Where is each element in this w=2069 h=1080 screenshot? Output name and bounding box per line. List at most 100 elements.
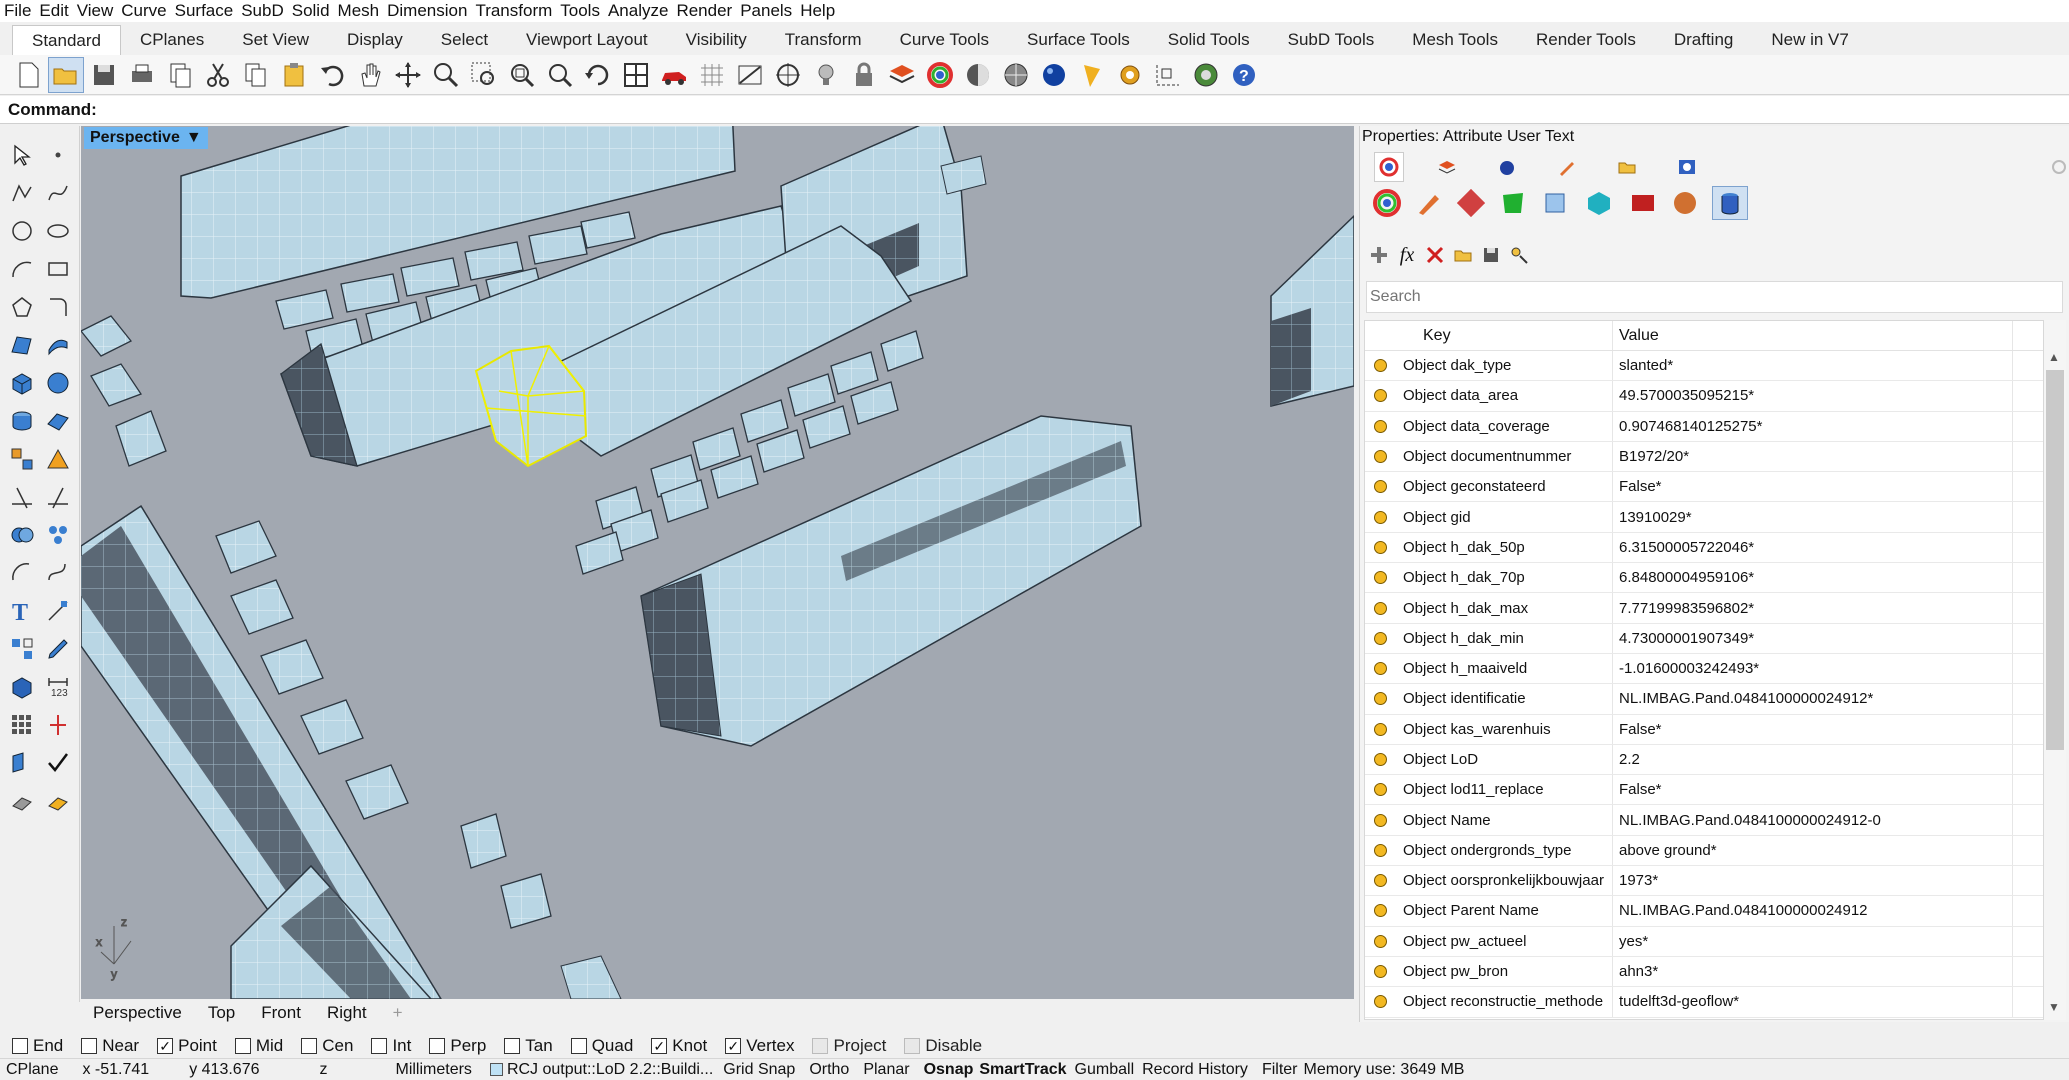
circle-icon[interactable] xyxy=(6,215,38,247)
paste-icon[interactable] xyxy=(276,57,312,93)
osnap-cen[interactable]: Cen xyxy=(301,1036,353,1056)
table-row[interactable]: Object geconstateerd False* xyxy=(1365,472,2043,503)
gumball-toggle[interactable]: Gumball xyxy=(1075,1061,1135,1079)
osnap-project[interactable]: Project xyxy=(812,1036,886,1056)
add-viewport-icon[interactable]: + xyxy=(393,1003,403,1023)
menu-help[interactable]: Help xyxy=(800,1,835,21)
table-row[interactable]: Object h_maaiveld -1.01600003242493* xyxy=(1365,653,2043,685)
decal-icon[interactable] xyxy=(1456,188,1486,218)
table-row[interactable]: Object pw_bron ahn3* xyxy=(1365,956,2043,988)
table-row[interactable]: Object h_dak_max 7.77199983596802* xyxy=(1365,593,2043,624)
table-row[interactable]: Object pw_actueel yes* xyxy=(1365,926,2043,957)
mapping-icon[interactable] xyxy=(1540,188,1570,218)
value-cell[interactable]: 49.5700035095215* xyxy=(1613,381,2013,411)
menu-tools[interactable]: Tools xyxy=(560,1,600,21)
tab-solid-tools[interactable]: Solid Tools xyxy=(1149,25,1269,55)
cut-icon[interactable] xyxy=(200,57,236,93)
cplane-label[interactable]: CPlane xyxy=(6,1061,58,1079)
open-folder-icon[interactable] xyxy=(1448,240,1478,270)
osnap-tan[interactable]: Tan xyxy=(504,1036,553,1056)
value-cell[interactable]: False* xyxy=(1613,775,2013,805)
value-column-header[interactable]: Value xyxy=(1613,321,2013,350)
value-cell[interactable]: 4.73000001907349* xyxy=(1613,623,2013,653)
text-icon[interactable]: T xyxy=(6,595,38,627)
tab-display[interactable]: Display xyxy=(328,25,422,55)
extrude-icon[interactable] xyxy=(6,405,38,437)
polyline-icon[interactable] xyxy=(6,177,38,209)
checkbox[interactable] xyxy=(570,1038,587,1054)
key-cell[interactable]: Object h_dak_max xyxy=(1395,593,1613,623)
panel-tab-properties-icon[interactable] xyxy=(1374,152,1404,182)
dimension-icon[interactable] xyxy=(1150,57,1186,93)
value-cell[interactable]: 13910029* xyxy=(1613,502,2013,532)
menu-file[interactable]: File xyxy=(4,1,31,21)
key-cell[interactable]: Object h_dak_70p xyxy=(1395,563,1613,593)
arc-icon[interactable] xyxy=(6,253,38,285)
boolean-icon[interactable] xyxy=(42,443,74,475)
gear-icon[interactable] xyxy=(1112,57,1148,93)
tab-viewport-layout[interactable]: Viewport Layout xyxy=(507,25,667,55)
osnap-end[interactable]: End xyxy=(12,1036,63,1056)
function-icon[interactable]: fx xyxy=(1392,240,1422,270)
table-row[interactable]: Object documentnummer B1972/20* xyxy=(1365,441,2043,473)
help-icon[interactable]: ? xyxy=(1226,57,1262,93)
pan-hand-icon[interactable] xyxy=(352,57,388,93)
table-row[interactable]: Object identificatie NL.IMBAG.Pand.048410… xyxy=(1365,684,2043,715)
value-cell[interactable]: tudelft3d-geoflow* xyxy=(1613,987,2013,1017)
planar-toggle[interactable]: Planar xyxy=(863,1061,909,1079)
value-cell[interactable]: False* xyxy=(1613,714,2013,744)
table-row[interactable]: Object Parent Name NL.IMBAG.Pand.04841000… xyxy=(1365,896,2043,927)
osnap-point[interactable]: ✓ Point xyxy=(157,1036,217,1056)
checkbox[interactable]: ✓ xyxy=(725,1038,742,1054)
tab-curve-tools[interactable]: Curve Tools xyxy=(881,25,1008,55)
save-icon[interactable] xyxy=(1476,240,1506,270)
key-cell[interactable]: Object kas_warenhuis xyxy=(1395,714,1613,744)
osnap-perp[interactable]: Perp xyxy=(429,1036,486,1056)
menu-view[interactable]: View xyxy=(77,1,114,21)
checkbox[interactable] xyxy=(371,1038,388,1054)
mesh-box-icon[interactable] xyxy=(6,671,38,703)
new-file-icon[interactable] xyxy=(10,57,46,93)
copy-icon[interactable] xyxy=(238,57,274,93)
value-cell[interactable]: 6.31500005722046* xyxy=(1613,532,2013,563)
menu-surface[interactable]: Surface xyxy=(175,1,234,21)
table-row[interactable]: Object data_coverage 0.907468140125275* xyxy=(1365,411,2043,442)
value-cell[interactable]: above ground* xyxy=(1613,835,2013,866)
checkbox[interactable]: ✓ xyxy=(157,1038,174,1054)
key-cell[interactable]: Object LoD xyxy=(1395,744,1613,775)
table-row[interactable]: Object ondergronds_type above ground* xyxy=(1365,835,2043,867)
key-cell[interactable]: Object documentnummer xyxy=(1395,441,1613,472)
render-sphere-icon[interactable] xyxy=(1036,57,1072,93)
table-row[interactable]: Object reconstructie_methode tudelft3d-ge… xyxy=(1365,987,2043,1018)
save-icon[interactable] xyxy=(86,57,122,93)
osnap-mid[interactable]: Mid xyxy=(234,1036,283,1056)
zoom-icon[interactable] xyxy=(428,57,464,93)
pencil-icon[interactable] xyxy=(42,633,74,665)
checkbox[interactable] xyxy=(81,1038,98,1054)
tab-transform[interactable]: Transform xyxy=(766,25,881,55)
value-cell[interactable]: NL.IMBAG.Pand.0484100000024912-0 xyxy=(1613,805,2013,835)
key-cell[interactable]: Object lod11_replace xyxy=(1395,775,1613,805)
smarttrack-toggle[interactable]: SmartTrack xyxy=(979,1061,1066,1079)
delete-icon[interactable] xyxy=(1420,240,1450,270)
viewport-title[interactable]: Perspective ▼ xyxy=(84,127,208,149)
offset-icon[interactable] xyxy=(6,557,38,589)
table-row[interactable]: Object Name NL.IMBAG.Pand.048410000002491… xyxy=(1365,805,2043,836)
zoom-selected-icon[interactable] xyxy=(542,57,578,93)
rotate-view-icon[interactable] xyxy=(580,57,616,93)
table-row[interactable]: Object lod11_replace False* xyxy=(1365,775,2043,806)
tab-subd-tools[interactable]: SubD Tools xyxy=(1269,25,1394,55)
value-cell[interactable]: ahn3* xyxy=(1613,956,2013,987)
value-cell[interactable]: 0.907468140125275* xyxy=(1613,411,2013,441)
table-row[interactable]: Object gid 13910029* xyxy=(1365,502,2043,533)
menu-transform[interactable]: Transform xyxy=(475,1,552,21)
rectangle-icon[interactable] xyxy=(42,253,74,285)
viewport-tab-perspective[interactable]: Perspective xyxy=(93,1003,182,1023)
menu-edit[interactable]: Edit xyxy=(39,1,68,21)
value-cell[interactable]: False* xyxy=(1613,472,2013,502)
add-icon[interactable] xyxy=(1364,240,1394,270)
copy-page-icon[interactable] xyxy=(162,57,198,93)
shadow-icon[interactable] xyxy=(1584,188,1614,218)
object-properties-icon[interactable] xyxy=(1372,188,1402,218)
lock-icon[interactable] xyxy=(846,57,882,93)
